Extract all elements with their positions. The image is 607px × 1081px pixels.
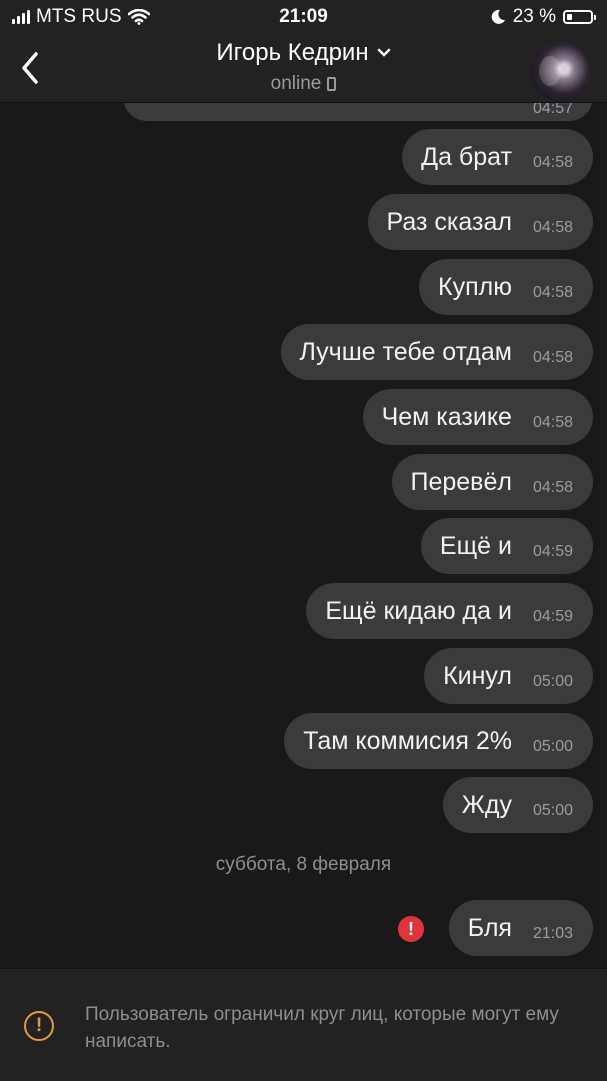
message-time: 04:57 <box>532 103 573 117</box>
message-time: 04:58 <box>532 349 573 366</box>
message-bubble[interactable]: Раз сказал 04:58 <box>367 194 593 250</box>
presence-label: online <box>270 73 322 94</box>
message-text: Перевёл <box>410 467 512 496</box>
date-separator: суббота, 8 февраля <box>215 854 392 875</box>
chevron-down-icon <box>377 48 390 57</box>
status-bar: MTS RUS 21:09 23 % <box>0 0 607 34</box>
message-time: 05:00 <box>532 738 573 755</box>
message-text: Бля <box>467 913 512 942</box>
restriction-notice: ! Пользователь ограничил круг лиц, котор… <box>0 968 607 1081</box>
title-block[interactable]: Игорь Кедрин online <box>0 39 607 95</box>
message-text: Чем казике <box>381 402 512 431</box>
message-time: 04:59 <box>532 543 573 560</box>
contact-name: Игорь Кедрин <box>216 39 369 66</box>
message-list[interactable]: 04:57 Да брат 04:58 Раз сказал 04:58 Куп… <box>0 103 607 968</box>
message-time: 04:58 <box>532 414 573 431</box>
message-text: Да брат <box>421 142 512 171</box>
message-bubble[interactable]: Кинул 05:00 <box>424 648 593 704</box>
message-text: Раз сказал <box>386 207 512 236</box>
message-time: 04:58 <box>532 479 573 496</box>
message-time: 04:59 <box>532 608 573 625</box>
message-bubble[interactable]: Там коммисия 2% 05:00 <box>284 713 593 769</box>
message-bubble[interactable]: Куплю 04:58 <box>419 259 593 315</box>
message-text: Лучше тебе отдам <box>299 337 512 366</box>
message-bubble[interactable]: Да брат 04:58 <box>402 129 593 185</box>
message-bubble-failed[interactable]: Бля 21:03 <box>448 900 593 956</box>
message-bubble[interactable]: Лучше тебе отдам 04:58 <box>280 324 593 380</box>
message-bubble[interactable]: Жду 05:00 <box>442 777 593 833</box>
message-bubble-partial[interactable]: 04:57 <box>123 103 593 121</box>
message-time: 04:58 <box>532 154 573 171</box>
status-right: 23 % <box>490 6 596 28</box>
message-time: 04:58 <box>532 219 573 236</box>
warning-icon: ! <box>24 1011 54 1041</box>
message-bubble[interactable]: Ещё и 04:59 <box>420 518 593 574</box>
phone-icon <box>327 77 337 91</box>
message-time: 05:00 <box>532 673 573 690</box>
error-icon[interactable]: ! <box>398 916 424 942</box>
message-time: 05:00 <box>532 802 573 819</box>
message-text: Куплю <box>438 272 512 301</box>
moon-icon <box>491 9 505 24</box>
avatar[interactable] <box>531 42 591 102</box>
message-text: Ещё кидаю да и <box>325 596 512 625</box>
message-bubble[interactable]: Перевёл 04:58 <box>391 454 593 510</box>
presence-status: online <box>271 73 337 95</box>
chat-header: Игорь Кедрин online <box>0 34 607 103</box>
message-time: 21:03 <box>532 925 573 942</box>
battery-icon <box>563 10 596 24</box>
message-text: Кинул <box>443 661 512 690</box>
message-text: Там коммисия 2% <box>303 726 512 755</box>
battery-percent: 23 % <box>512 6 556 27</box>
message-bubble[interactable]: Чем казике 04:58 <box>362 389 593 445</box>
notice-text: Пользователь ограничил круг лиц, которые… <box>85 1004 559 1052</box>
contact-title[interactable]: Игорь Кедрин <box>216 39 390 67</box>
message-text: Ещё и <box>439 531 512 560</box>
message-text: Жду <box>461 790 512 819</box>
message-bubble[interactable]: Ещё кидаю да и 04:59 <box>306 583 593 639</box>
message-time: 04:58 <box>532 284 573 301</box>
